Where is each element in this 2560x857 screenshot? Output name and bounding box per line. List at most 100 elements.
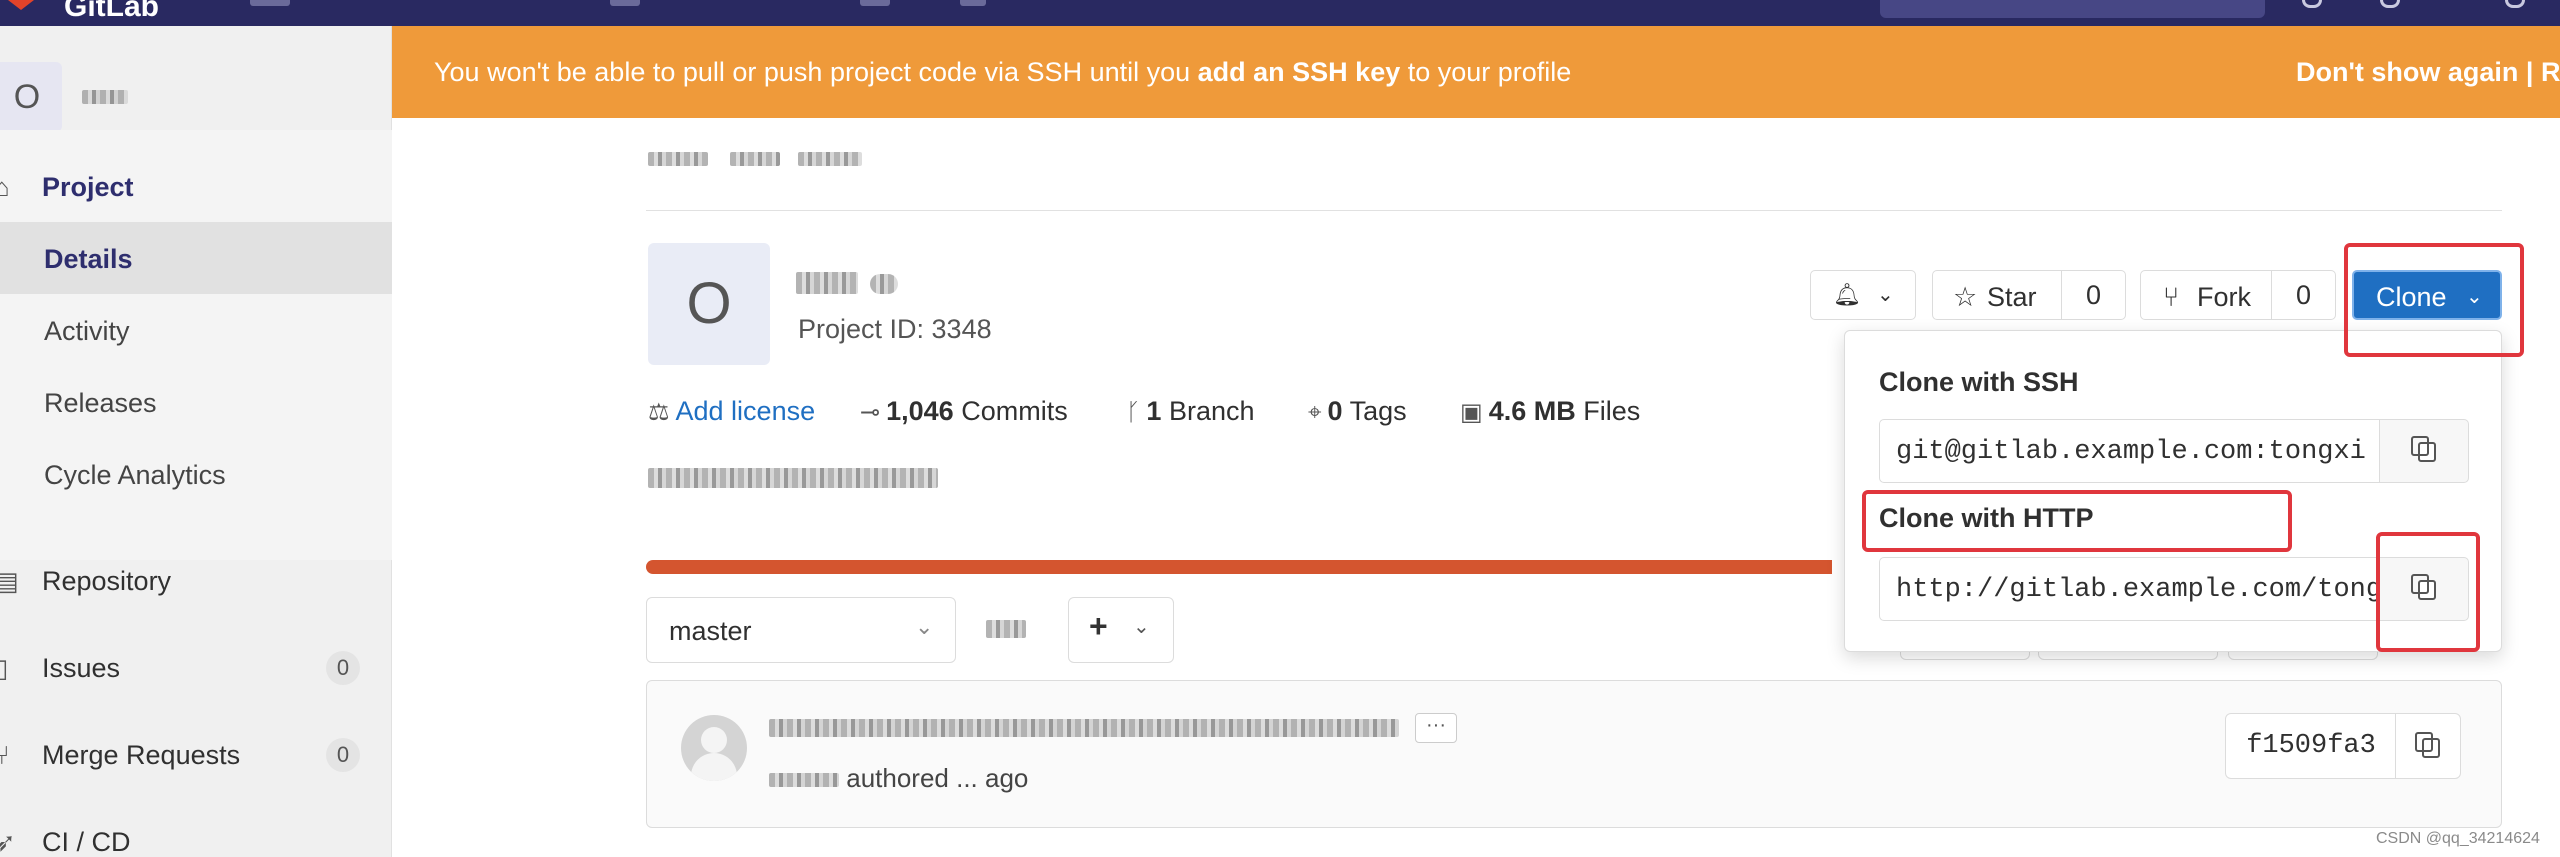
copy-commit-sha-button[interactable] — [2395, 713, 2461, 779]
rocket-icon: ➶ — [0, 827, 16, 857]
files-size: 4.6 MB — [1488, 396, 1576, 426]
http-url-value: http://gitlab.example.com/tongxi — [1896, 575, 2381, 605]
fork-icon: ⑂ — [2163, 282, 2180, 312]
sidebar-subitem-cycle-analytics[interactable]: Cycle Analytics — [0, 438, 392, 510]
help-icon[interactable] — [2302, 0, 2322, 8]
gitlab-logo-icon[interactable] — [8, 0, 34, 10]
sidebar-subitem-activity[interactable]: Activity — [0, 294, 392, 366]
sidebar-project-name-redacted — [82, 90, 128, 104]
copy-ssh-url-button[interactable] — [2379, 419, 2469, 483]
breadcrumb-namespace-redacted[interactable] — [648, 152, 708, 166]
toggle-commit-description-button[interactable]: ··· — [1415, 713, 1457, 743]
clone-ssh-label: Clone with SSH — [1879, 367, 2079, 397]
alert-text-before: You won't be able to pull or push projec… — [434, 57, 1198, 87]
plus-icon: + — [1089, 608, 1108, 644]
star-count[interactable]: 0 — [2061, 271, 2125, 319]
nav-menu-stub[interactable] — [960, 0, 986, 6]
project-avatar: O — [648, 243, 770, 365]
nav-menu-stub[interactable] — [610, 0, 640, 6]
sidebar-item-label: CI / CD — [42, 827, 131, 857]
sidebar-subitem-releases[interactable]: Releases — [0, 366, 392, 438]
sidebar-item-repository[interactable]: ▤ Repository — [0, 544, 392, 616]
annotation-highlight-copy-http — [2376, 532, 2480, 652]
commit-authored-text: authored ... ago — [846, 763, 1029, 793]
notification-settings-button[interactable]: 🔔︎ ⌄ — [1810, 270, 1916, 320]
nav-menu-stub[interactable] — [250, 0, 290, 6]
sidebar-item-label: Repository — [42, 566, 172, 596]
add-license-link[interactable]: ⚖ Add license — [648, 396, 815, 427]
files-link[interactable]: ▣ 4.6 MB Files — [1460, 396, 1640, 427]
ssh-key-alert: You won't be able to pull or push projec… — [392, 26, 2560, 118]
breadcrumb-project-redacted[interactable] — [730, 152, 780, 166]
sidebar-item-ci-cd[interactable]: ➶ CI / CD — [0, 805, 392, 857]
breadcrumb-page-redacted[interactable] — [798, 152, 862, 166]
sidebar-item-label: Project — [42, 172, 134, 202]
commits-link[interactable]: ⊸ 1,046 Commits — [860, 396, 1068, 427]
sidebar-subitem-label: Releases — [44, 388, 157, 418]
issues-count-badge: 0 — [326, 651, 360, 685]
scale-icon: ⚖ — [648, 399, 670, 426]
commit-title-redacted[interactable] — [769, 713, 1399, 741]
divider — [646, 210, 2502, 211]
commit-author-avatar[interactable] — [681, 715, 747, 781]
files-label: Files — [1583, 396, 1641, 426]
copy-icon — [2415, 732, 2440, 758]
chevron-down-icon: ⌄ — [915, 614, 934, 639]
home-icon: ⌂ — [0, 172, 10, 202]
issues-icon: ▯ — [0, 653, 9, 683]
commits-count: 1,046 — [886, 396, 954, 426]
sidebar-subitem-details[interactable]: Details — [0, 222, 392, 294]
star-label: Star — [1987, 282, 2037, 312]
tags-label: Tags — [1349, 396, 1407, 426]
description-blur — [648, 468, 938, 488]
branches-count: 1 — [1146, 396, 1162, 426]
project-name-blur — [796, 272, 858, 294]
branches-link[interactable]: ᚴ1 Branch — [1126, 396, 1255, 427]
branch-icon: ᚴ — [1126, 399, 1141, 426]
tags-link[interactable]: ⌖ 0 Tags — [1308, 396, 1407, 427]
top-nav-bar: GitLab — [0, 0, 2560, 26]
project-id: Project ID: 3348 — [798, 314, 992, 344]
branches-label: Branch — [1168, 396, 1255, 426]
commit-sha[interactable]: f1509fa3 — [2225, 713, 2397, 779]
alert-text-after: to your profile — [1400, 57, 1572, 87]
fork-count[interactable]: 0 — [2271, 271, 2335, 319]
sidebar-item-issues[interactable]: ▯ Issues 0 — [0, 631, 392, 703]
branch-select[interactable]: master ⌄ — [646, 597, 956, 663]
project-visibility-icon — [870, 274, 898, 294]
commit-author-name-redacted[interactable] — [769, 773, 839, 788]
sidebar-item-label: Merge Requests — [42, 740, 241, 770]
http-url-field[interactable]: http://gitlab.example.com/tongxi — [1879, 557, 2381, 621]
commit-author-line: authored ... ago — [769, 763, 1028, 794]
tag-icon: ⌖ — [1308, 399, 1322, 426]
dont-show-again-link[interactable]: Don't show again | R — [2296, 57, 2560, 88]
sidebar-item-project[interactable]: ⌂ Project — [0, 150, 392, 222]
sidebar-item-merge-requests[interactable]: ⑂ Merge Requests 0 — [0, 718, 392, 790]
fork-label: Fork — [2197, 282, 2251, 312]
bell-icon: 🔔︎ — [1833, 282, 1861, 307]
sidebar-project-avatar[interactable]: O — [0, 62, 62, 132]
nav-menu-stub[interactable] — [860, 0, 890, 6]
sidebar-project-header[interactable]: O — [0, 40, 392, 132]
brand-name[interactable]: GitLab — [64, 0, 159, 24]
star-button[interactable]: ☆ Star 0 — [1932, 270, 2126, 320]
project-name-redacted — [796, 264, 900, 298]
merge-requests-count-badge: 0 — [326, 738, 360, 772]
settings-icon[interactable] — [2505, 0, 2525, 8]
book-icon: ▤ — [0, 566, 19, 596]
add-to-tree-button[interactable]: + ⌄ — [1068, 597, 1174, 663]
ssh-url-field[interactable]: git@gitlab.example.com:tongxi — [1879, 419, 2381, 483]
tags-count: 0 — [1327, 396, 1343, 426]
annotation-highlight-clone — [2344, 243, 2524, 357]
search-input[interactable] — [1880, 0, 2265, 18]
sidebar-subitem-label: Details — [44, 244, 133, 274]
user-menu-icon[interactable] — [2380, 0, 2400, 8]
file-icon: ▣ — [1460, 399, 1483, 426]
project-sidebar: O ⌂ Project Details Activity Releases Cy… — [0, 26, 392, 857]
chevron-down-icon: ⌄ — [1133, 616, 1150, 638]
add-ssh-key-link[interactable]: add an SSH key — [1198, 57, 1401, 87]
fork-button[interactable]: ⑂ Fork 0 — [2140, 270, 2336, 320]
star-icon: ☆ — [1953, 282, 1978, 312]
sidebar-subitem-label: Activity — [44, 316, 130, 346]
chevron-down-icon: ⌄ — [1877, 284, 1894, 306]
